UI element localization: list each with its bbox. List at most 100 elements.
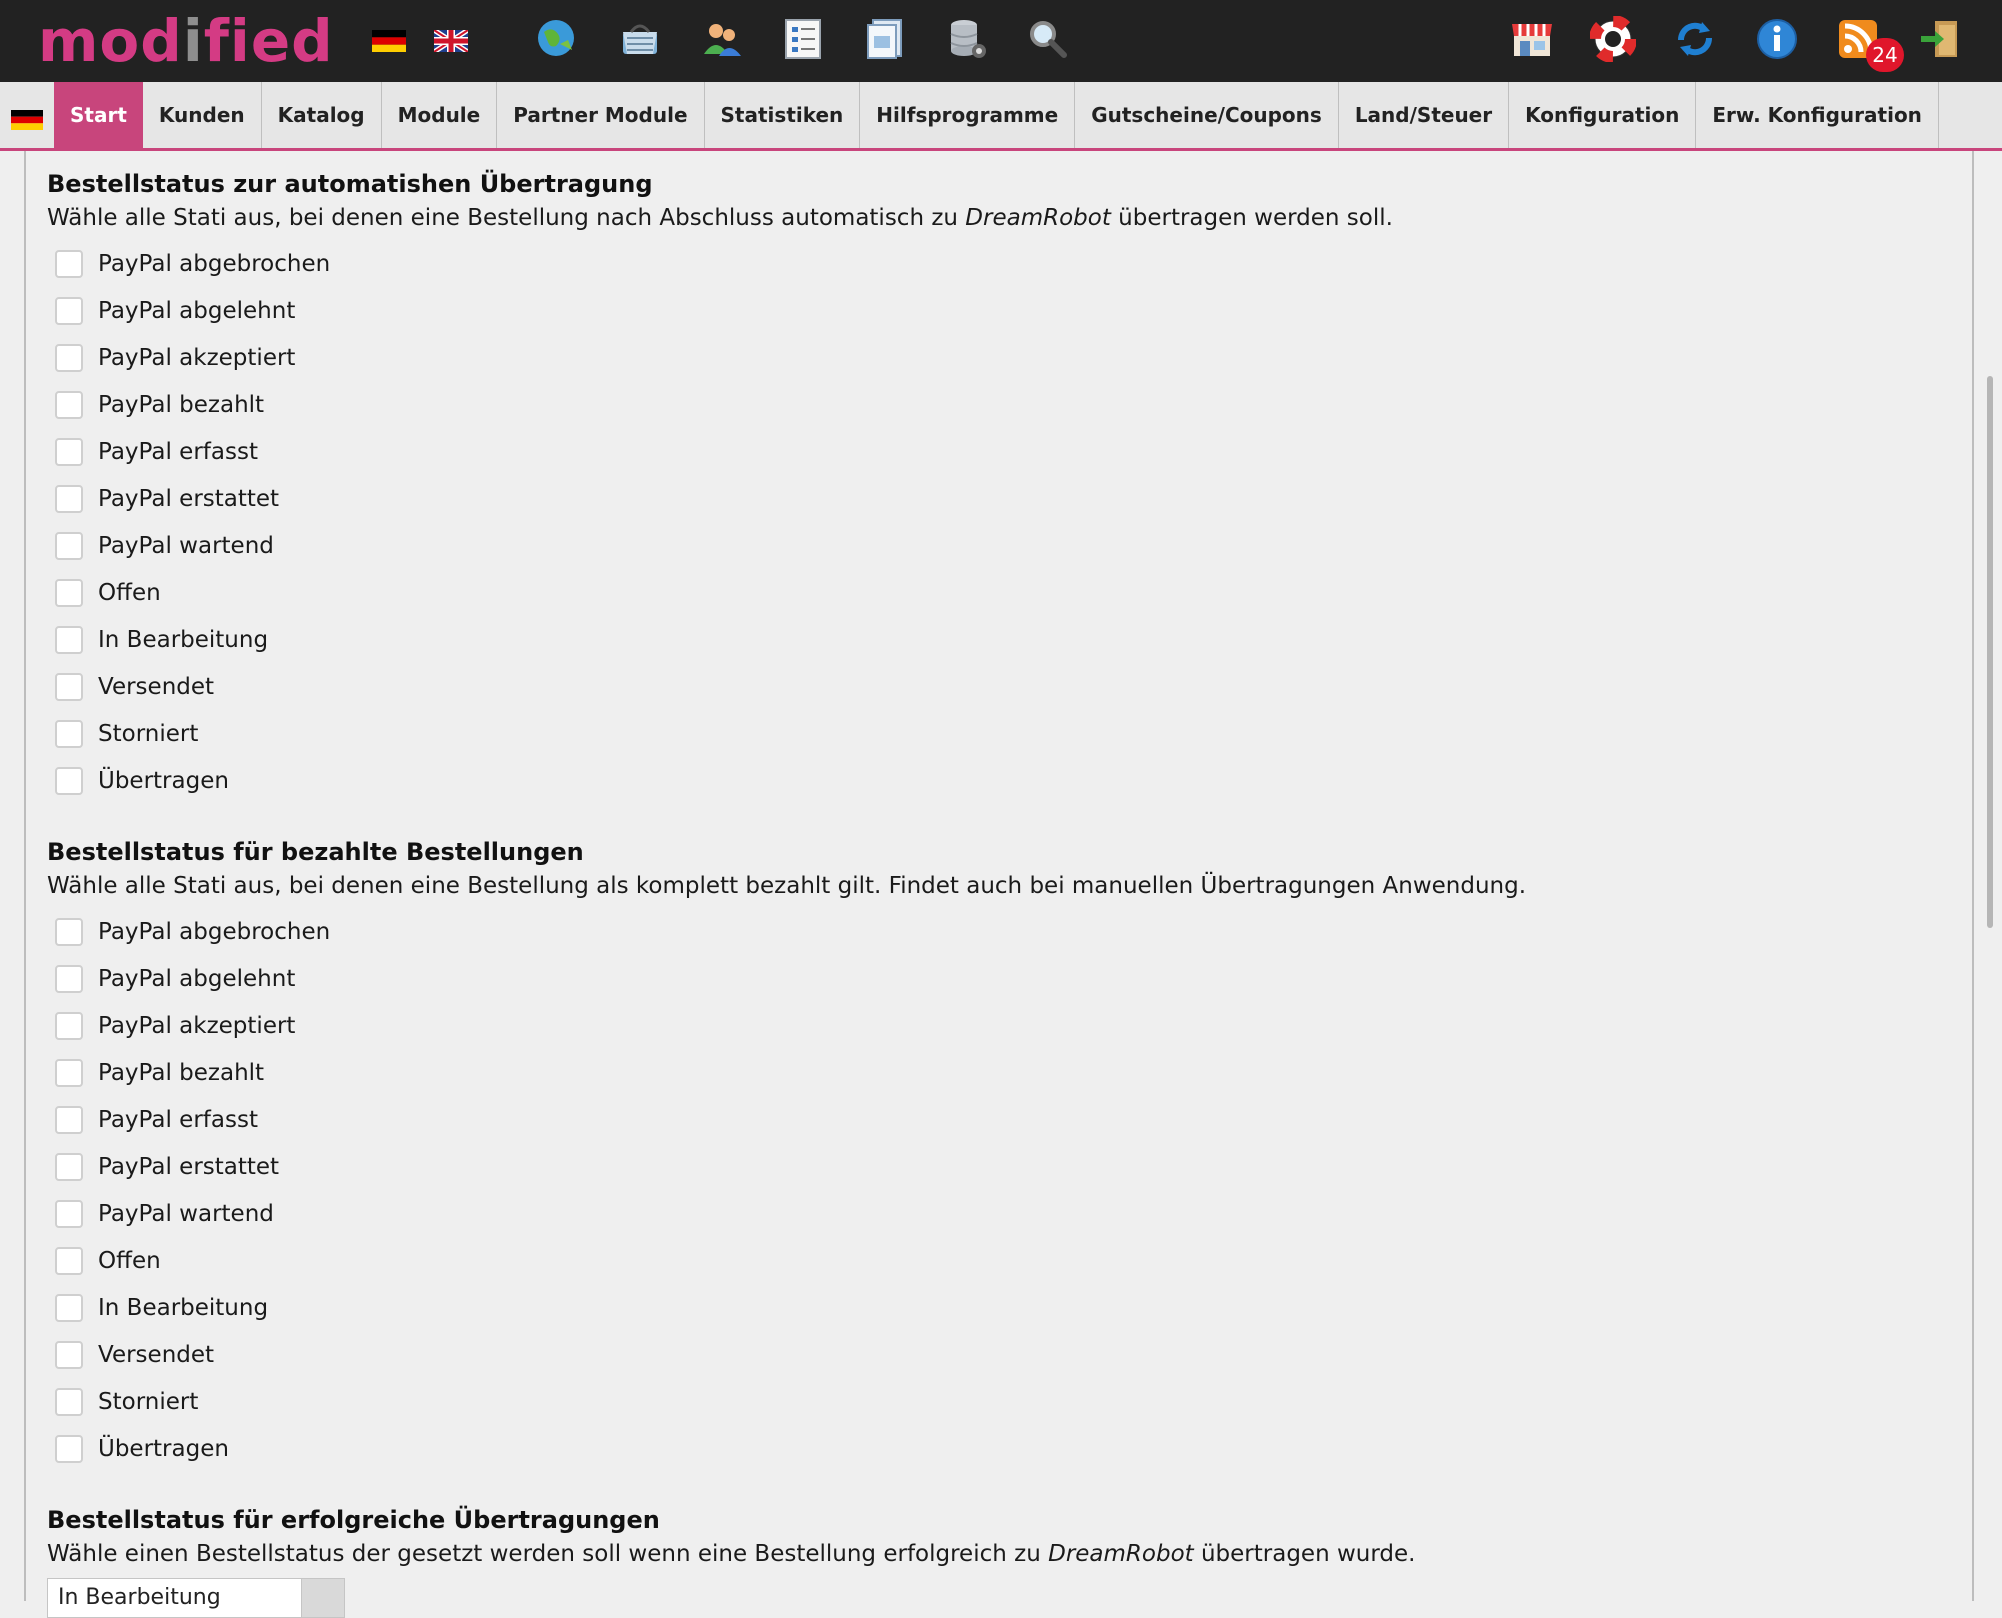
status-option[interactable]: Übertragen: [47, 757, 1393, 804]
nav-tab-statistiken[interactable]: Statistiken: [705, 82, 861, 148]
logo[interactable]: modified: [38, 6, 334, 76]
status-option-label: Versendet: [98, 1341, 215, 1368]
status-checkbox[interactable]: [55, 390, 83, 419]
customers-icon[interactable]: [699, 16, 745, 62]
status-option-label: Offen: [98, 1247, 161, 1274]
nav-tab-erw-konfiguration[interactable]: Erw. Konfiguration: [1696, 82, 1939, 148]
status-option[interactable]: PayPal akzeptiert: [47, 1002, 1526, 1049]
status-checkbox[interactable]: [55, 1293, 83, 1322]
status-option[interactable]: PayPal wartend: [47, 1190, 1526, 1237]
status-option[interactable]: PayPal akzeptiert: [47, 334, 1393, 381]
status-option[interactable]: In Bearbeitung: [47, 1284, 1526, 1331]
status-option[interactable]: In Bearbeitung: [47, 616, 1393, 663]
rss-count-badge: 24: [1866, 38, 1904, 72]
chevron-down-icon[interactable]: [301, 1579, 344, 1617]
nav-tab-start[interactable]: Start: [54, 82, 143, 148]
status-checkbox[interactable]: [55, 578, 83, 607]
status-option[interactable]: PayPal bezahlt: [47, 381, 1393, 428]
status-checkbox[interactable]: [55, 766, 83, 795]
nav-tab-kunden[interactable]: Kunden: [143, 82, 262, 148]
nav-tab-gutscheine-coupons[interactable]: Gutscheine/Coupons: [1075, 82, 1339, 148]
logout-icon[interactable]: [1917, 16, 1963, 62]
document-icon[interactable]: [863, 16, 909, 62]
status-option-label: PayPal abgebrochen: [98, 250, 331, 277]
status-checkbox[interactable]: [55, 296, 83, 325]
select-value: In Bearbeitung: [58, 1585, 221, 1610]
status-checkbox[interactable]: [55, 1434, 83, 1463]
status-option-label: PayPal akzeptiert: [98, 1012, 296, 1039]
shop-icon[interactable]: [1509, 16, 1555, 62]
refresh-icon[interactable]: [1672, 16, 1718, 62]
status-option-label: Übertragen: [98, 1435, 229, 1462]
section-success-status: Bestellstatus für erfolgreiche Übertragu…: [47, 1504, 1415, 1570]
status-option-label: Versendet: [98, 673, 215, 700]
status-checkbox[interactable]: [55, 1152, 83, 1181]
status-option[interactable]: Versendet: [47, 1331, 1526, 1378]
status-checkbox[interactable]: [55, 1058, 83, 1087]
status-checkbox[interactable]: [55, 1387, 83, 1416]
lifebuoy-icon[interactable]: [1590, 16, 1636, 62]
status-option[interactable]: PayPal erfasst: [47, 428, 1393, 475]
status-checkbox[interactable]: [55, 531, 83, 560]
info-icon[interactable]: [1754, 16, 1800, 62]
status-checkbox[interactable]: [55, 1199, 83, 1228]
status-checkbox[interactable]: [55, 625, 83, 654]
gb-flag-icon[interactable]: [434, 30, 468, 52]
status-option[interactable]: PayPal erstattet: [47, 475, 1393, 522]
de-flag-icon[interactable]: [372, 30, 406, 52]
nav-tab-land-steuer[interactable]: Land/Steuer: [1339, 82, 1510, 148]
status-option[interactable]: PayPal erfasst: [47, 1096, 1526, 1143]
nav-tab-partner-module[interactable]: Partner Module: [497, 82, 705, 148]
status-option[interactable]: PayPal abgelehnt: [47, 955, 1526, 1002]
scrollbar[interactable]: [1987, 376, 1993, 928]
section-description: Wähle alle Stati aus, bei denen eine Bes…: [47, 205, 1393, 231]
status-option[interactable]: PayPal wartend: [47, 522, 1393, 569]
status-option-label: PayPal bezahlt: [98, 1059, 265, 1086]
status-option[interactable]: PayPal abgebrochen: [47, 240, 1393, 287]
status-option[interactable]: Storniert: [47, 710, 1393, 757]
status-checkbox[interactable]: [55, 1011, 83, 1040]
language-flag-icon[interactable]: [11, 110, 43, 130]
nav-tab-konfiguration[interactable]: Konfiguration: [1509, 82, 1697, 148]
nav-tab-module[interactable]: Module: [382, 82, 498, 148]
status-checkbox[interactable]: [55, 437, 83, 466]
status-option-label: Storniert: [98, 720, 199, 747]
section-description: Wähle alle Stati aus, bei denen eine Bes…: [47, 873, 1527, 899]
nav-tab-hilfsprogramme[interactable]: Hilfsprogramme: [860, 82, 1076, 148]
status-checkbox[interactable]: [55, 484, 83, 513]
status-option[interactable]: Storniert: [47, 1378, 1526, 1425]
globe-icon[interactable]: [534, 16, 580, 62]
database-icon[interactable]: [944, 16, 990, 62]
top-header: modified 24: [0, 0, 2002, 82]
status-option[interactable]: PayPal abgelehnt: [47, 287, 1393, 334]
nav-tab-katalog[interactable]: Katalog: [262, 82, 382, 148]
status-option-label: In Bearbeitung: [98, 626, 269, 653]
status-option-label: PayPal abgelehnt: [98, 297, 296, 324]
status-checkbox[interactable]: [55, 672, 83, 701]
status-option-label: PayPal erfasst: [98, 438, 258, 465]
status-option[interactable]: Übertragen: [47, 1425, 1526, 1472]
section-description: Wähle einen Bestellstatus der gesetzt we…: [47, 1541, 1416, 1567]
status-checkbox[interactable]: [55, 1105, 83, 1134]
status-checkbox[interactable]: [55, 964, 83, 993]
search-icon[interactable]: [1025, 16, 1071, 62]
nav-tabs: Start Kunden Katalog Module Partner Module St…: [54, 82, 1939, 148]
status-option[interactable]: PayPal abgebrochen: [47, 908, 1526, 955]
status-option[interactable]: Offen: [47, 569, 1393, 616]
status-option-label: PayPal bezahlt: [98, 391, 265, 418]
status-checkbox[interactable]: [55, 249, 83, 278]
status-option[interactable]: PayPal bezahlt: [47, 1049, 1526, 1096]
status-option-label: In Bearbeitung: [98, 1294, 269, 1321]
status-checkbox[interactable]: [55, 343, 83, 372]
status-checkbox[interactable]: [55, 719, 83, 748]
status-checkbox[interactable]: [55, 917, 83, 946]
success-status-select[interactable]: In Bearbeitung: [47, 1578, 345, 1618]
status-checkbox[interactable]: [55, 1340, 83, 1369]
list-icon[interactable]: [780, 16, 826, 62]
status-option[interactable]: Offen: [47, 1237, 1526, 1284]
status-option[interactable]: PayPal erstattet: [47, 1143, 1526, 1190]
status-option[interactable]: Versendet: [47, 663, 1393, 710]
status-checkbox[interactable]: [55, 1246, 83, 1275]
status-option-label: PayPal wartend: [98, 1200, 274, 1227]
basket-icon[interactable]: [617, 16, 663, 62]
